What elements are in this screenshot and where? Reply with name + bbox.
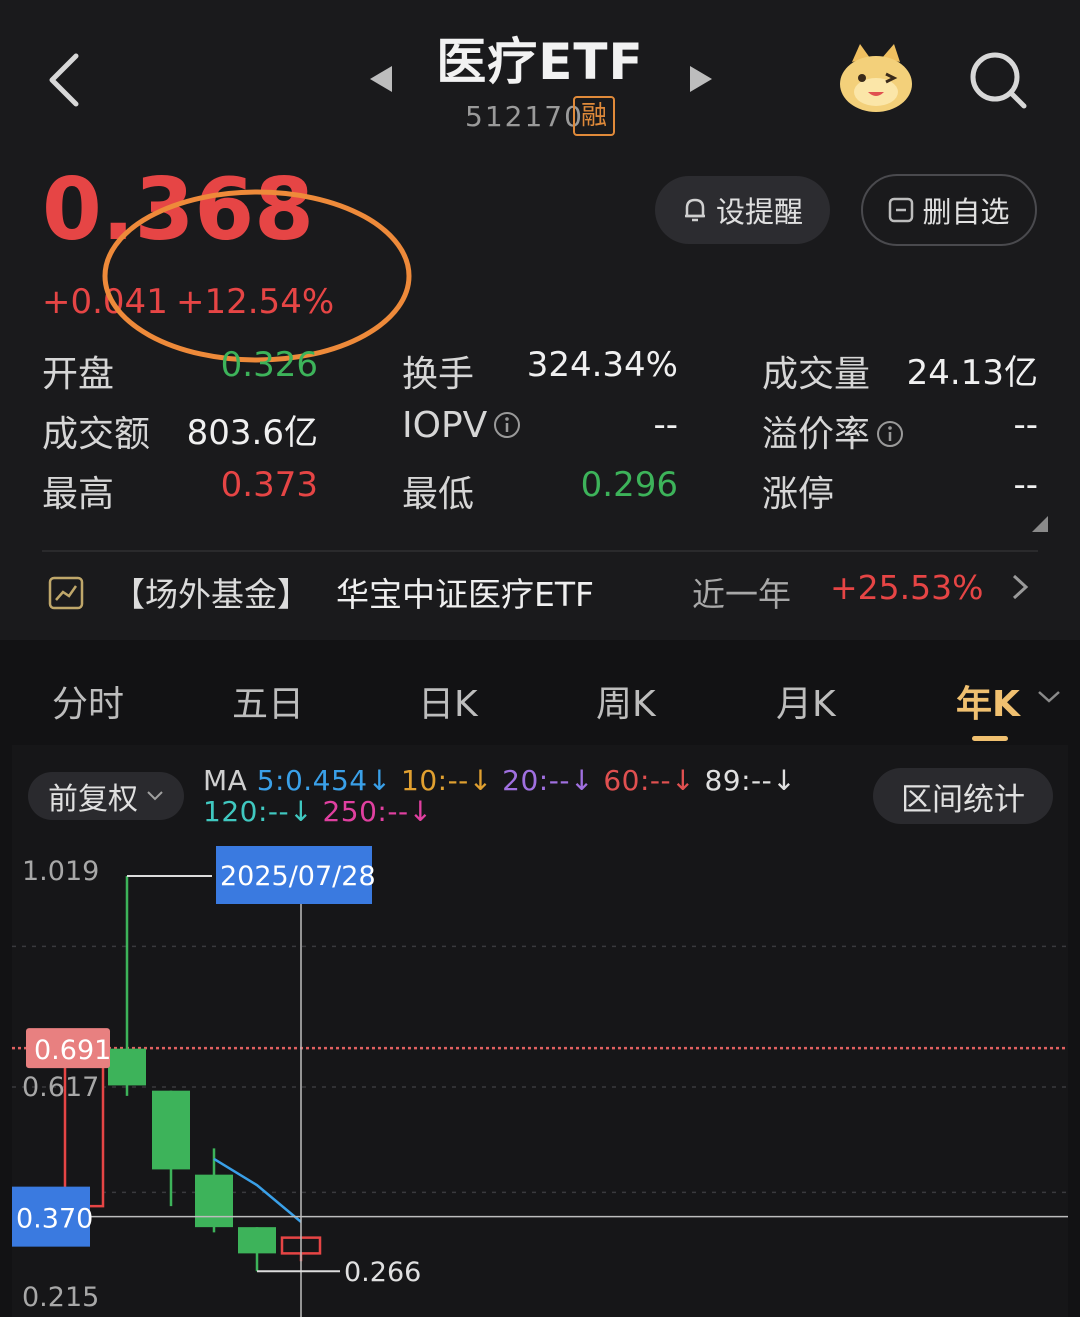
y-axis-label: 0.215 xyxy=(22,1282,99,1313)
stat-label-high: 最高 xyxy=(42,474,115,515)
stat-label-low: 最低 xyxy=(402,474,475,515)
down-arrow-icon: ↓ xyxy=(772,764,797,797)
stat-value-low: 0.296 xyxy=(580,465,678,505)
fund-return: +25.53% xyxy=(830,568,984,607)
stat-value-turnover: 324.34% xyxy=(526,345,678,385)
search-icon[interactable] xyxy=(968,50,1028,114)
set-alert-button[interactable]: 设提醒 xyxy=(655,176,830,244)
stat-value-iopv: -- xyxy=(653,405,678,445)
cursor-date-label: 2025/07/28 xyxy=(220,861,376,892)
low-label: 0.266 xyxy=(344,1257,421,1288)
info-icon[interactable] xyxy=(493,407,521,448)
candle-body xyxy=(195,1174,233,1228)
fund-period: 近一年 xyxy=(692,575,791,614)
tab-yearly-k[interactable]: 年K xyxy=(956,675,1020,727)
down-arrow-icon: ↓ xyxy=(468,764,493,797)
info-icon[interactable] xyxy=(876,416,904,457)
iopv-label-text: IOPV xyxy=(402,405,488,446)
chevron-right-icon[interactable] xyxy=(1010,572,1030,606)
y-axis-label: 0.617 xyxy=(22,1072,99,1103)
ma-20: 20:-- xyxy=(502,764,570,797)
stat-value-volume: 24.13亿 xyxy=(906,353,1038,393)
range-stats-label: 区间统计 xyxy=(901,781,1025,818)
chevron-down-icon xyxy=(146,790,164,802)
down-arrow-icon: ↓ xyxy=(671,764,696,797)
next-stock-icon[interactable] xyxy=(688,64,714,98)
stat-label-premium: 溢价率 xyxy=(762,405,904,457)
down-arrow-icon: ↓ xyxy=(289,795,314,828)
stat-value-amount: 803.6亿 xyxy=(186,413,318,453)
tab-weekly-k[interactable]: 周K xyxy=(596,675,656,727)
minus-box-icon xyxy=(888,197,914,223)
adjust-label: 前复权 xyxy=(48,782,138,817)
ma-legend-row2: 120:--↓ 250:--↓ xyxy=(203,795,433,828)
set-alert-label: 设提醒 xyxy=(715,195,803,229)
tab-intraday[interactable]: 分时 xyxy=(52,675,124,727)
remove-watchlist-button[interactable]: 删自选 xyxy=(861,174,1037,246)
page-title: 医疗ETF xyxy=(436,33,644,91)
ma-89: 89:-- xyxy=(704,764,773,797)
adjust-dropdown[interactable]: 前复权 xyxy=(28,772,184,820)
divider xyxy=(42,550,1038,552)
highlight-ellipse xyxy=(100,186,420,370)
ma-60: 60:-- xyxy=(603,764,672,797)
stat-label-limit-up: 涨停 xyxy=(762,474,835,515)
stat-label-open: 开盘 xyxy=(42,354,115,395)
remove-watchlist-label: 删自选 xyxy=(922,195,1010,229)
trend-chart-icon xyxy=(48,576,84,614)
margin-badge: 融 xyxy=(573,96,615,136)
mascot-icon[interactable] xyxy=(836,40,916,119)
tab-five-day[interactable]: 五日 xyxy=(232,675,304,727)
tab-daily-k[interactable]: 日K xyxy=(418,675,478,727)
cursor-price-label: 0.370 xyxy=(16,1204,93,1235)
reference-price-label: 0.691 xyxy=(34,1035,111,1066)
range-stats-button[interactable]: 区间统计 xyxy=(873,768,1053,824)
candle-body xyxy=(238,1227,276,1254)
stat-value-high: 0.373 xyxy=(220,465,318,505)
stat-label-iopv: IOPV xyxy=(402,405,521,448)
expand-corner-icon[interactable] xyxy=(1030,514,1050,538)
premium-label-text: 溢价率 xyxy=(762,414,871,455)
stat-label-amount: 成交额 xyxy=(42,414,151,455)
y-axis-label: 1.019 xyxy=(22,856,99,887)
stock-code: 512170 xyxy=(465,100,584,133)
ma-prefix: MA xyxy=(203,764,248,797)
ma-120: 120:-- xyxy=(203,795,290,828)
ma-5: 5:0.454 xyxy=(256,764,368,797)
candlestick-chart[interactable]: 0.266 1.019 0.617 0.215 0.691 0.370 2025/07/28 xyxy=(12,846,1068,1317)
chevron-down-icon[interactable] xyxy=(1036,688,1062,710)
down-arrow-icon: ↓ xyxy=(569,764,594,797)
stat-value-limit-up: -- xyxy=(1013,465,1038,505)
ma-250: 250:-- xyxy=(322,795,409,828)
stat-label-volume: 成交量 xyxy=(762,354,871,395)
active-tab-indicator xyxy=(972,736,1008,741)
stat-value-open: 0.326 xyxy=(220,345,318,385)
ma-10: 10:-- xyxy=(401,764,469,797)
bell-icon xyxy=(682,196,708,224)
fund-tag: 【场外基金】 xyxy=(112,575,310,614)
down-arrow-icon: ↓ xyxy=(367,764,392,797)
stat-label-turnover: 换手 xyxy=(402,354,475,395)
fund-name: 华宝中证医疗ETF xyxy=(336,575,594,614)
candle-body xyxy=(152,1090,190,1170)
ma-legend-row1: MA 5:0.454↓ 10:--↓ 20:--↓ 60:--↓ 89:--↓ xyxy=(203,764,796,797)
period-tabs xyxy=(0,650,1080,745)
stat-value-premium: -- xyxy=(1013,405,1038,445)
down-arrow-icon: ↓ xyxy=(408,795,433,828)
tab-monthly-k[interactable]: 月K xyxy=(776,675,836,727)
candle-body xyxy=(108,1048,146,1086)
